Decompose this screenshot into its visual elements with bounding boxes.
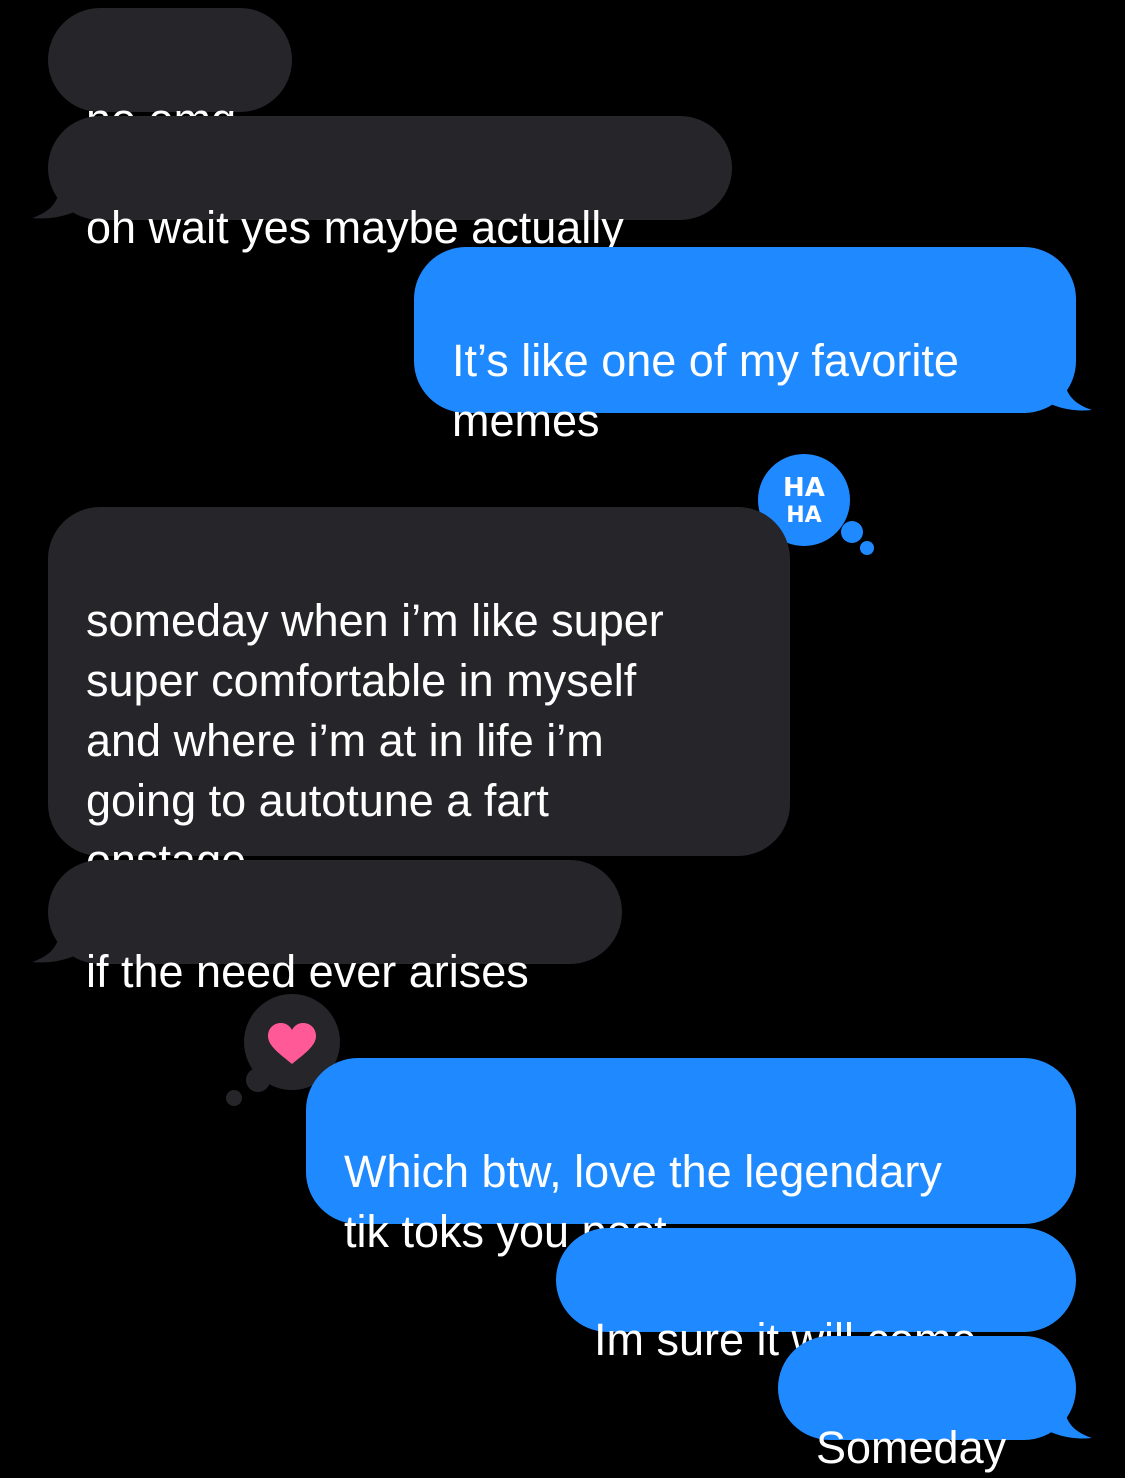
message-bubble-incoming[interactable]: if the need ever arises <box>48 860 622 997</box>
messages-screen: { "conversation": { "messages": [ {"dire… <box>0 0 1125 1473</box>
bubble-tail-incoming <box>32 926 86 963</box>
message-bubble-outgoing[interactable]: Someday <box>778 1336 1076 1473</box>
message-text: someday when i’m like super super comfor… <box>86 595 664 886</box>
message-bubble-incoming[interactable]: someday when i’m like super super comfor… <box>48 507 790 886</box>
message-text: if the need ever arises <box>86 946 529 997</box>
bubble-tail-outgoing <box>1040 374 1092 411</box>
message-bubble-outgoing[interactable]: Which btw, love the legendary tik toks y… <box>306 1058 1076 1257</box>
haha-label-bottom: HA <box>786 503 821 528</box>
message-bubble-incoming[interactable]: oh wait yes maybe actually <box>48 116 732 253</box>
bubble-tail-outgoing <box>1040 1402 1092 1439</box>
message-bubble-incoming[interactable]: no omg <box>48 8 292 145</box>
message-bubble-outgoing[interactable]: Im sure it will come <box>556 1228 1076 1365</box>
message-text: It’s like one of my favorite memes <box>452 335 959 446</box>
message-text: Someday <box>816 1422 1007 1473</box>
bubble-tail-incoming <box>32 182 86 219</box>
message-text: oh wait yes maybe actually <box>86 202 624 253</box>
haha-label-top: HA <box>783 473 825 503</box>
message-bubble-outgoing[interactable]: It’s like one of my favorite memes <box>414 247 1076 446</box>
